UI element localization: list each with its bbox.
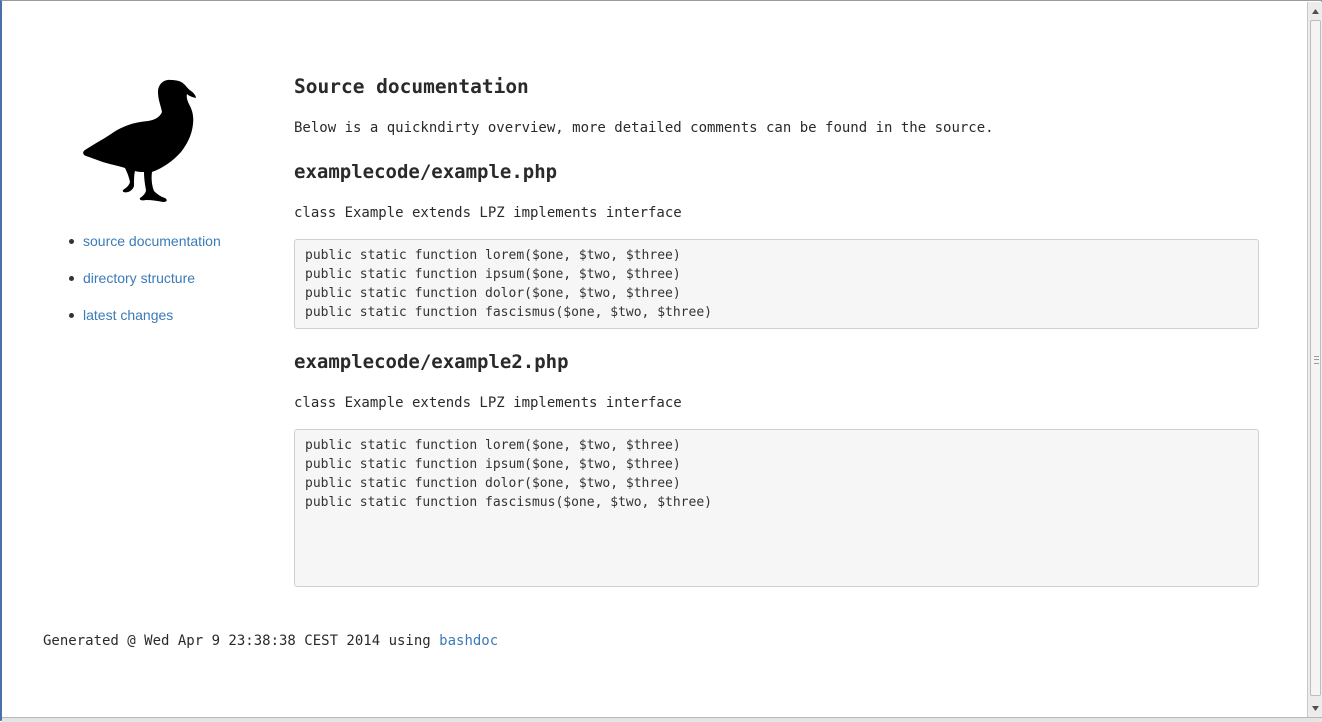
vertical-scrollbar[interactable]	[1307, 2, 1322, 717]
file-heading-example: examplecode/example.php	[294, 161, 558, 183]
code-line: public static function dolor($one, $two,…	[305, 476, 681, 491]
list-bullet	[69, 239, 74, 244]
code-line: public static function ipsum($one, $two,…	[305, 267, 681, 282]
bashdoc-link[interactable]: bashdoc	[439, 633, 498, 649]
code-block: public static function lorem($one, $two,…	[294, 429, 1259, 587]
list-bullet	[69, 276, 74, 281]
duck-silhouette-icon	[83, 79, 196, 202]
nav-item-latest-changes: latest changes	[64, 303, 221, 340]
nav-link-latest-changes[interactable]: latest changes	[83, 307, 173, 323]
nav-item-directory-structure: directory structure	[64, 266, 221, 303]
code-line: public static function ipsum($one, $two,…	[305, 457, 681, 472]
scroll-down-icon[interactable]	[1308, 701, 1322, 715]
list-bullet	[69, 313, 74, 318]
code-line: public static function lorem($one, $two,…	[305, 248, 681, 263]
code-line: public static function fascismus($one, $…	[305, 305, 712, 320]
code-line: public static function lorem($one, $two,…	[305, 438, 681, 453]
page-title: Source documentation	[294, 75, 529, 98]
nav-link-directory-structure[interactable]: directory structure	[83, 270, 195, 286]
code-line: public static function dolor($one, $two,…	[305, 286, 681, 301]
file-heading-example2: examplecode/example2.php	[294, 351, 569, 373]
class-declaration: class Example extends LPZ implements int…	[294, 205, 682, 221]
nav-link-source-documentation[interactable]: source documentation	[83, 233, 221, 249]
scrollbar-grip	[1314, 356, 1319, 364]
page-viewport: source documentation directory structure…	[4, 3, 1307, 717]
footer: Generated @ Wed Apr 9 23:38:38 CEST 2014…	[43, 631, 498, 651]
code-block: public static function lorem($one, $two,…	[294, 239, 1259, 329]
intro-text: Below is a quickndirty overview, more de…	[294, 120, 994, 136]
code-line: public static function fascismus($one, $…	[305, 495, 712, 510]
horizontal-scrollbar-edge	[2, 717, 1322, 722]
class-declaration: class Example extends LPZ implements int…	[294, 395, 682, 411]
footer-text: Generated @ Wed Apr 9 23:38:38 CEST 2014…	[43, 633, 440, 649]
scroll-up-icon[interactable]	[1308, 4, 1322, 18]
sidebar-nav: source documentation directory structure…	[64, 229, 221, 340]
browser-frame: source documentation directory structure…	[0, 0, 1322, 722]
scrollbar-thumb[interactable]	[1310, 20, 1321, 696]
nav-item-source-documentation: source documentation	[64, 229, 221, 266]
